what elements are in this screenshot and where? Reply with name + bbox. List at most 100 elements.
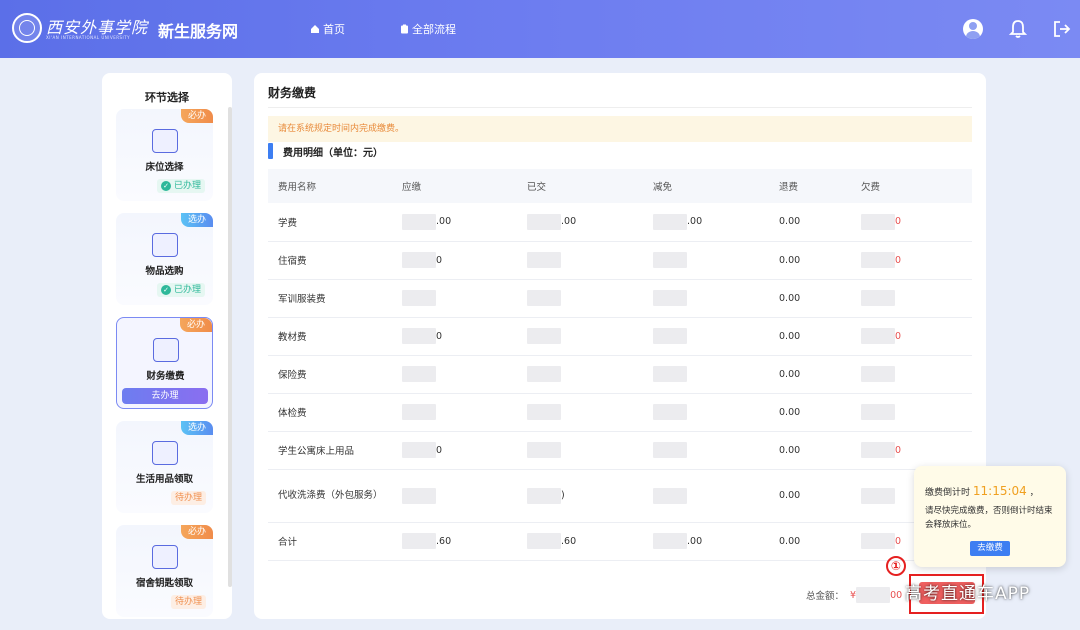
due-cell — [392, 279, 517, 318]
fee-name-cell: 军训服装费 — [268, 279, 392, 318]
refund-cell: 0.00 — [769, 355, 851, 394]
amount-tail: 0 — [436, 254, 443, 266]
table-row: 学生公寓床上用品 0 0.00 0 — [268, 431, 972, 470]
refund-cell: 0.00 — [769, 431, 851, 470]
amount-tail: 0 — [436, 444, 443, 456]
countdown-line: 缴费倒计时 11:15:04 ， — [925, 484, 1039, 498]
column-header: 已交 — [517, 169, 643, 203]
redacted-amount — [653, 328, 687, 344]
table-row: 军训服装费 0.00 — [268, 279, 972, 318]
table-row: 教材费 0 0.00 0 — [268, 317, 972, 356]
countdown-time: 11:15:04 — [972, 484, 1027, 498]
school-logo-icon — [12, 13, 42, 43]
redacted-amount — [653, 533, 687, 549]
paid-cell: .00 — [517, 203, 643, 242]
waived-cell: .00 — [643, 203, 769, 242]
owed-tail: 0 — [895, 216, 902, 228]
redacted-amount — [653, 252, 687, 268]
owed-cell: 0 — [851, 241, 972, 280]
nav-all-processes[interactable]: 全部流程 — [400, 21, 456, 37]
fee-detail-heading: 费用明细（单位：元） — [268, 143, 383, 159]
redacted-amount — [861, 290, 895, 306]
fee-table: 费用名称 应缴 已交 减免 退费 欠费 学费 .00.00.00 0.00 0 住宿费 0… — [268, 169, 972, 561]
amount-tail: .00 — [687, 216, 703, 228]
waived-cell — [643, 469, 769, 523]
step-bed-selection[interactable]: 必办 床位选择 已办理 — [116, 109, 213, 201]
due-cell — [392, 469, 517, 523]
sidebar-title: 环节选择 — [145, 91, 189, 104]
redacted-amount — [653, 290, 687, 306]
refund-cell: 0.00 — [769, 279, 851, 318]
column-header: 退费 — [769, 169, 851, 203]
fee-name-cell: 学费 — [268, 203, 392, 242]
user-avatar-icon[interactable] — [962, 18, 984, 40]
logout-icon[interactable] — [1051, 18, 1073, 40]
step-payment[interactable]: 必办 财务缴费 去办理 — [116, 317, 213, 409]
step-daily-supplies[interactable]: 选办 生活用品领取 待办理 — [116, 421, 213, 513]
fee-name-cell: 合计 — [268, 522, 392, 561]
redacted-amount — [861, 533, 895, 549]
amount-tail: .00 — [561, 216, 577, 228]
total-label: 总金额： — [806, 591, 845, 602]
owed-cell: 0 — [851, 203, 972, 242]
paid-cell — [517, 241, 643, 280]
sidebar-scrollbar[interactable] — [228, 107, 232, 587]
waived-cell — [643, 317, 769, 356]
owed-cell: 0 — [851, 317, 972, 356]
redacted-amount — [402, 252, 436, 268]
fee-name-cell: 住宿费 — [268, 241, 392, 280]
fee-name-cell: 教材费 — [268, 317, 392, 356]
key-icon — [152, 545, 178, 569]
step-item-purchase[interactable]: 选办 物品选购 已办理 — [116, 213, 213, 305]
go-pay-popup-button[interactable]: 去缴费 — [970, 541, 1010, 556]
redacted-amount — [856, 587, 891, 603]
waived-cell: .00 — [643, 522, 769, 561]
owed-tail: 0 — [895, 330, 902, 342]
due-cell: 0 — [392, 241, 517, 280]
redacted-amount — [527, 442, 561, 458]
due-cell: 0 — [392, 431, 517, 470]
redacted-amount — [653, 487, 687, 504]
owed-cell — [851, 393, 972, 432]
step-label: 床位选择 — [145, 162, 184, 173]
table-row: 合计 .60 .60 .00 0.00 0 — [268, 522, 972, 561]
fee-name-cell: 体检费 — [268, 393, 392, 432]
redacted-amount — [861, 328, 895, 344]
step-label: 生活用品领取 — [135, 474, 193, 485]
redacted-amount — [861, 252, 895, 268]
refund-cell: 0.00 — [769, 203, 851, 242]
redacted-amount — [653, 366, 687, 382]
nav-home[interactable]: 首页 — [310, 21, 345, 37]
column-header: 应缴 — [392, 169, 517, 203]
required-tag: 必办 — [181, 525, 213, 539]
due-cell — [392, 355, 517, 394]
column-header: 欠费 — [851, 169, 972, 203]
bell-icon[interactable] — [1007, 18, 1029, 40]
top-header: 西安外事学院 XI'AN INTERNATIONAL UNIVERSITY 新生… — [0, 0, 1080, 58]
waived-cell — [643, 279, 769, 318]
paid-cell — [517, 393, 643, 432]
redacted-amount — [527, 404, 561, 420]
table-row: 保险费 0.00 — [268, 355, 972, 394]
redacted-amount — [653, 404, 687, 420]
countdown-suffix: ， — [1029, 488, 1039, 498]
redacted-amount — [861, 487, 895, 504]
boxes-icon — [152, 233, 178, 257]
go-handle-button[interactable]: 去办理 — [122, 388, 208, 404]
amount-tail: .60 — [436, 535, 452, 547]
countdown-label: 缴费倒计时 — [925, 488, 971, 498]
optional-tag: 选办 — [181, 421, 213, 435]
owed-tail: 0 — [895, 535, 902, 547]
redacted-amount — [402, 487, 436, 504]
clipboard-icon — [401, 24, 408, 34]
required-tag: 必办 — [180, 318, 212, 332]
total-value: ¥ 00 — [850, 587, 902, 603]
redacted-amount — [861, 442, 895, 458]
status-badge: 已办理 — [157, 179, 206, 193]
table-row: 学费 .00 .00 .00 0.00 0 — [268, 203, 972, 242]
step-dorm-key[interactable]: 必办 宿舍钥匙领取 待办理 — [116, 525, 213, 617]
refund-cell: 0.00 — [769, 317, 851, 356]
status-badge: 待办理 — [171, 491, 207, 505]
redacted-amount — [402, 213, 436, 230]
site-title: 新生服务网 — [158, 22, 239, 41]
